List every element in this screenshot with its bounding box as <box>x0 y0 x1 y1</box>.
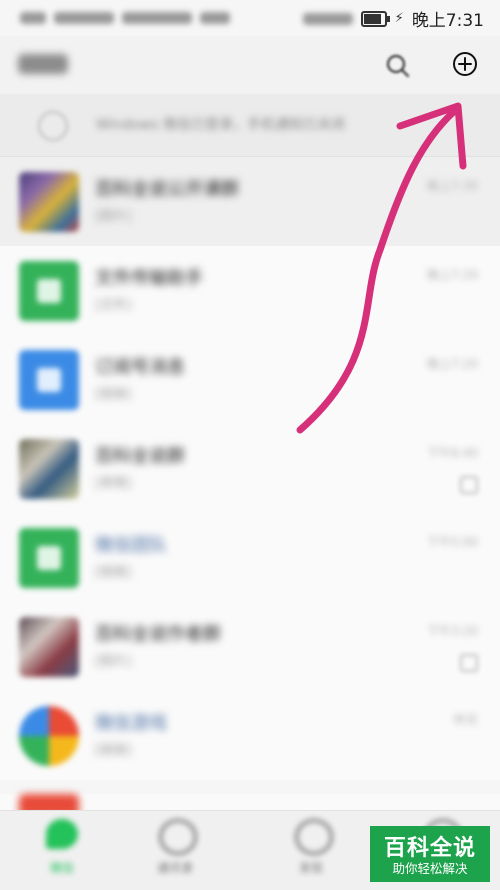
chat-time: 晚上7:20 <box>427 357 478 371</box>
chat-item[interactable]: 微信游戏 [链接] 昨天 <box>0 691 500 780</box>
battery-fill <box>363 13 382 24</box>
wechat-game-avatar <box>19 706 79 766</box>
watermark-subtitle: 助你轻松解决 <box>392 861 468 876</box>
add-button[interactable] <box>449 48 481 80</box>
chat-preview: [链接] <box>95 743 132 758</box>
app-header <box>0 36 500 94</box>
chat-time: 下午3:20 <box>427 624 478 638</box>
chat-title: 文件传输助手 <box>95 268 203 289</box>
search-button[interactable] <box>382 50 414 82</box>
group-avatar <box>19 172 79 232</box>
plus-circle-icon <box>453 52 477 76</box>
status-bar: ⚡ 晚上7:31 <box>0 0 500 36</box>
status-icons-right: ⚡ 晚上7:31 <box>302 6 484 31</box>
chat-preview: [链接] <box>95 565 132 580</box>
subscription-avatar <box>19 350 79 410</box>
chat-preview: [图片] <box>95 654 132 669</box>
status-time: 晚上7:31 <box>411 11 484 31</box>
tab-label: 通讯录 <box>156 861 193 875</box>
chat-title: 百科全说作者群 <box>95 624 221 645</box>
chat-time: 下午6:40 <box>427 446 478 460</box>
folder-icon <box>37 279 61 303</box>
watermark-logo: 百科全说 助你轻松解决 <box>370 826 490 882</box>
tab-discover[interactable]: 发现 <box>266 811 356 890</box>
chat-time: 晚上7:30 <box>427 179 478 193</box>
login-notice-text: Windows 微信已登录，手机通知已关闭 <box>96 117 345 132</box>
chat-preview: [表情] <box>95 476 132 491</box>
chat-item[interactable]: 文件传输助手 [文件] 晚上7:29 <box>0 246 500 335</box>
compass-icon <box>295 819 333 855</box>
chat-item[interactable]: 订阅号消息 [链接] 晚上7:20 <box>0 335 500 424</box>
charging-icon: ⚡ <box>394 11 404 26</box>
subscription-icon <box>37 368 61 392</box>
chat-item[interactable]: 百科全说作者群 [图片] 下午3:20 <box>0 602 500 691</box>
network-icons <box>302 12 353 25</box>
desktop-icon <box>38 111 68 141</box>
wechat-team-avatar <box>19 528 79 588</box>
chat-title: 微信游戏 <box>95 713 167 734</box>
login-notice[interactable]: Windows 微信已登录，手机通知已关闭 <box>0 94 500 157</box>
battery-icon <box>360 10 390 27</box>
chat-item[interactable]: 百科全说群 [表情] 下午6:40 <box>0 424 500 513</box>
chat-time: 晚上7:29 <box>427 268 478 282</box>
chat-item[interactable]: 百科全说公开课群 [图片] 晚上7:30 <box>0 157 500 246</box>
chat-title: 订阅号消息 <box>95 357 185 378</box>
file-transfer-avatar <box>19 261 79 321</box>
chat-time: 昨天 <box>453 713 478 727</box>
chat-title: 百科全说群 <box>95 446 185 467</box>
chat-time: 下午5:00 <box>427 535 478 549</box>
tab-chats[interactable]: 微信 <box>17 811 107 890</box>
search-icon <box>386 54 410 78</box>
status-icons-left <box>20 8 260 28</box>
tab-label: 微信 <box>49 861 74 875</box>
chat-item[interactable]: 微信团队 [链接] 下午5:00 <box>0 513 500 602</box>
group-avatar <box>19 439 79 499</box>
contacts-icon <box>159 819 197 855</box>
page-title <box>18 54 68 74</box>
chat-preview: [链接] <box>95 387 132 402</box>
chat-title: 百科全说公开课群 <box>95 179 239 200</box>
chat-bubble-icon <box>46 819 78 849</box>
chat-preview: [文件] <box>95 298 132 313</box>
tab-contacts[interactable]: 通讯录 <box>130 811 220 890</box>
chat-list: Windows 微信已登录，手机通知已关闭 百科全说公开课群 [图片] 晚上7:… <box>0 94 500 780</box>
group-avatar <box>19 617 79 677</box>
chat-preview: [图片] <box>95 209 132 224</box>
tab-label: 发现 <box>298 861 323 875</box>
wechat-team-icon <box>37 546 61 570</box>
mute-icon <box>460 476 478 494</box>
mute-icon <box>460 654 478 672</box>
chat-title: 微信团队 <box>95 535 167 556</box>
